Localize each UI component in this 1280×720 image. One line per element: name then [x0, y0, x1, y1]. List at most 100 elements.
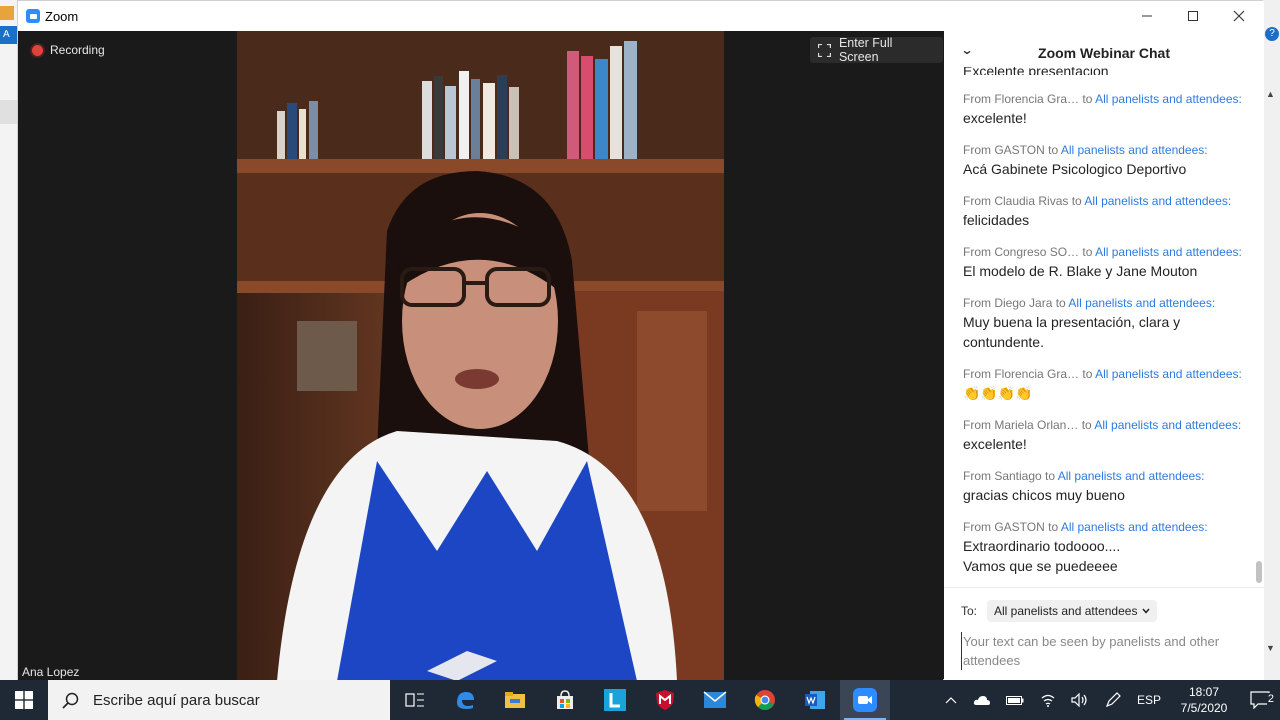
chrome-app[interactable]	[740, 680, 790, 720]
message-to-word: to	[1081, 418, 1092, 432]
chat-message: From Florencia Gra… to All panelists and…	[944, 365, 1254, 403]
recording-icon	[32, 44, 43, 56]
to-label: To:	[961, 604, 978, 618]
fullscreen-label: Enter Full Screen	[838, 36, 893, 64]
recipient-row: To: All panelists and attendees	[961, 600, 1158, 622]
clock[interactable]: 18:07 7/5/2020	[1168, 684, 1240, 716]
chat-message: From Santiago to All panelists and atten…	[944, 467, 1254, 505]
chat-message-meta: From Florencia Gra… to All panelists and…	[963, 90, 1254, 108]
chat-input[interactable]: Your text can be seen by panelists and o…	[961, 632, 1246, 670]
window-title: Zoom	[45, 8, 79, 24]
scroll-up-icon[interactable]: ▲	[1266, 89, 1275, 99]
message-text: El modelo de R. Blake y Jane Mouton	[963, 263, 1198, 279]
chat-message-meta: From Claudia Rivas to All panelists and …	[963, 192, 1254, 210]
video-area: Recording Enter Full Screen Ana Lopez	[18, 31, 943, 681]
zoom-logo-icon	[26, 9, 40, 23]
message-text: Extraordinario todoooo.... Vamos que se …	[963, 538, 1121, 574]
start-button[interactable]	[0, 680, 48, 720]
l-app[interactable]	[590, 680, 640, 720]
chat-message-list[interactable]: Excelente presentacion From Florencia Gr…	[944, 67, 1254, 587]
chat-message-meta: From Mariela Orlan… to All panelists and…	[963, 416, 1254, 434]
message-to-word: to	[1071, 194, 1082, 208]
recording-indicator[interactable]: Recording	[32, 43, 105, 57]
message-to-word: to	[1082, 367, 1093, 381]
background-app-left-edge: A	[0, 0, 17, 680]
zoom-window: Zoom Recording Enter Full Screen Ana Lop…	[17, 0, 1264, 681]
chevron-down-icon[interactable]: ⌄	[960, 43, 973, 57]
message-recipient: All panelists and attendees:	[1084, 194, 1232, 208]
chat-compose: To: All panelists and attendees Your tex…	[944, 587, 1264, 681]
zoom-app[interactable]	[840, 680, 890, 720]
message-to-word: to	[1082, 92, 1093, 106]
maximize-button[interactable]	[1170, 1, 1216, 31]
message-to-word: to	[1082, 245, 1093, 259]
mail-app[interactable]	[690, 680, 740, 720]
notifications-button[interactable]: 2	[1240, 691, 1280, 709]
scrollbar-thumb[interactable]	[1256, 561, 1262, 583]
chat-title: Zoom Webinar Chat	[1038, 45, 1170, 61]
show-hidden-icons-button[interactable]	[936, 696, 966, 704]
message-text: felicidades	[963, 212, 1030, 228]
chat-scrollbar[interactable]	[1255, 67, 1263, 587]
message-recipient: All panelists and attendees:	[1095, 92, 1242, 106]
system-tray: ESP 18:07 7/5/2020 2	[936, 680, 1280, 720]
message-sender: From Santiago	[963, 469, 1042, 483]
message-text: Acá Gabinete Psicologico Deportivo	[963, 161, 1187, 177]
chat-message: From Congreso SO… to All panelists and a…	[944, 243, 1254, 281]
chat-message: From GASTON to All panelists and attende…	[944, 518, 1254, 576]
enter-full-screen-button[interactable]: Enter Full Screen	[810, 36, 943, 64]
wifi-icon[interactable]	[1032, 693, 1064, 707]
chat-message: From Diego Jara to All panelists and att…	[944, 294, 1254, 352]
message-text: Muy buena la presentación, clara y contu…	[963, 314, 1181, 350]
close-button[interactable]	[1216, 1, 1262, 31]
store-app[interactable]	[540, 680, 590, 720]
message-sender: From Florencia Gra…	[963, 367, 1080, 381]
message-recipient: All panelists and attendees:	[1057, 469, 1205, 483]
message-to-word: to	[1048, 143, 1059, 157]
message-to-word: to	[1045, 469, 1056, 483]
message-sender: From Claudia Rivas	[963, 194, 1069, 208]
message-to-word: to	[1055, 296, 1066, 310]
language-indicator[interactable]: ESP	[1130, 693, 1168, 707]
message-sender: From GASTON	[963, 143, 1045, 157]
chat-message-meta: From Diego Jara to All panelists and att…	[963, 294, 1254, 312]
chat-message-meta: From Congreso SO… to All panelists and a…	[963, 243, 1254, 261]
file-explorer-app[interactable]	[490, 680, 540, 720]
message-text: excelente!	[963, 436, 1027, 452]
chevron-down-icon	[1142, 608, 1151, 614]
scroll-down-icon[interactable]: ▼	[1266, 643, 1275, 653]
chat-message-meta: From GASTON to All panelists and attende…	[963, 141, 1254, 159]
word-app[interactable]	[790, 680, 840, 720]
chrome-icon	[754, 690, 775, 710]
taskbar: Escribe aquí para buscar ESP 18:07 7/5/2…	[0, 680, 1280, 720]
minimize-button[interactable]	[1124, 1, 1170, 31]
message-text: excelente!	[963, 110, 1027, 126]
mail-icon	[703, 691, 727, 708]
chat-panel: ⌄ Zoom Webinar Chat Excelente presentaci…	[944, 31, 1264, 681]
title-bar: Zoom	[18, 1, 1264, 31]
onedrive-icon[interactable]	[966, 695, 998, 706]
message-recipient: All panelists and attendees:	[1060, 143, 1208, 157]
shield-icon	[656, 690, 674, 710]
chat-message-meta: From Florencia Gra… to All panelists and…	[963, 365, 1254, 383]
task-view-button[interactable]	[390, 680, 440, 720]
search-icon	[62, 692, 79, 709]
chat-message: From Mariela Orlan… to All panelists and…	[944, 416, 1254, 454]
message-recipient: All panelists and attendees:	[1094, 418, 1242, 432]
battery-icon[interactable]	[998, 695, 1032, 706]
participant-name: Ana Lopez	[22, 665, 80, 679]
pen-icon[interactable]	[1096, 692, 1130, 708]
edge-app[interactable]	[440, 680, 490, 720]
chat-message-meta: From GASTON to All panelists and attende…	[963, 518, 1254, 536]
taskbar-search[interactable]: Escribe aquí para buscar	[48, 680, 390, 720]
mcafee-app[interactable]	[640, 680, 690, 720]
participant-video[interactable]	[237, 31, 724, 681]
recipient-dropdown[interactable]: All panelists and attendees	[987, 600, 1158, 622]
volume-icon[interactable]	[1064, 693, 1096, 707]
message-to-word: to	[1048, 520, 1059, 534]
help-icon[interactable]: ?	[1265, 27, 1279, 41]
minimize-icon	[1142, 15, 1152, 17]
video-frame	[237, 31, 724, 681]
chat-message-meta: From Santiago to All panelists and atten…	[963, 467, 1254, 485]
background-app-tab: A	[0, 26, 17, 44]
